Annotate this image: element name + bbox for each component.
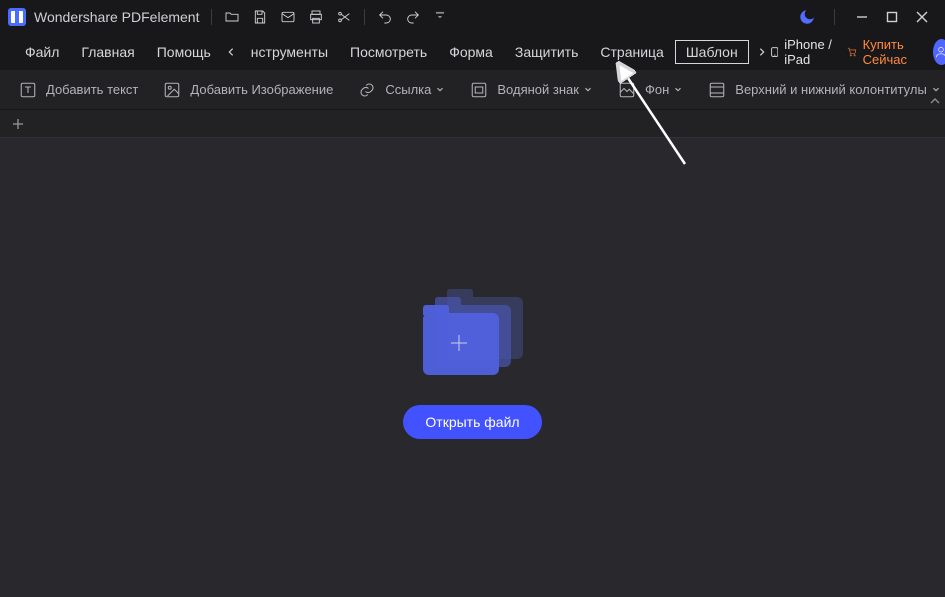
buy-now-button[interactable]: Купить Сейчас — [847, 37, 919, 67]
user-avatar-button[interactable] — [933, 39, 945, 65]
chevron-down-icon — [673, 82, 683, 97]
menu-scroll-right-icon[interactable] — [753, 43, 771, 61]
redo-icon[interactable] — [405, 9, 421, 25]
menu-view[interactable]: Посмотреть — [339, 40, 438, 64]
text-box-icon — [18, 80, 38, 100]
tool-watermark[interactable]: Водяной знак — [469, 80, 593, 100]
title-bar-separator-2 — [364, 9, 365, 25]
menu-page[interactable]: Страница — [589, 40, 674, 64]
window-maximize-button[interactable] — [877, 2, 907, 32]
buy-now-label: Купить Сейчас — [863, 37, 919, 67]
tool-add-text[interactable]: Добавить текст — [18, 80, 138, 100]
title-bar-separator — [211, 9, 212, 25]
tool-link[interactable]: Ссылка — [357, 80, 445, 100]
menu-file[interactable]: Файл — [14, 40, 70, 64]
folder-drop-icon[interactable] — [423, 297, 523, 377]
tool-add-image-label: Добавить Изображение — [190, 82, 333, 97]
chevron-down-icon — [435, 82, 445, 97]
collapse-toolbar-icon[interactable] — [929, 94, 941, 109]
chevron-down-icon — [583, 82, 593, 97]
background-icon — [617, 80, 637, 100]
tool-add-text-label: Добавить текст — [46, 82, 138, 97]
watermark-icon — [469, 80, 489, 100]
tool-header-footer[interactable]: Верхний и нижний колонтитулы — [707, 80, 941, 100]
tool-add-image[interactable]: Добавить Изображение — [162, 80, 333, 100]
main-workspace: Открыть файл — [0, 138, 945, 597]
app-title: Wondershare PDFelement — [34, 9, 199, 25]
menu-template[interactable]: Шаблон — [675, 40, 749, 64]
menu-help[interactable]: Помощь — [146, 40, 222, 64]
mail-icon[interactable] — [280, 9, 296, 25]
undo-icon[interactable] — [377, 9, 393, 25]
print-icon[interactable] — [308, 9, 324, 25]
open-file-button[interactable]: Открыть файл — [403, 405, 541, 439]
window-close-button[interactable] — [907, 2, 937, 32]
menu-protect[interactable]: Защитить — [504, 40, 590, 64]
tool-header-footer-label: Верхний и нижний колонтитулы — [735, 82, 927, 97]
app-logo-icon — [8, 8, 26, 26]
tool-background[interactable]: Фон — [617, 80, 683, 100]
menu-home[interactable]: Главная — [70, 40, 145, 64]
iphone-ipad-link[interactable]: iPhone / iPad — [771, 37, 833, 67]
iphone-ipad-label: iPhone / iPad — [784, 37, 832, 67]
menu-tools[interactable]: нструменты — [240, 40, 339, 64]
window-minimize-button[interactable] — [847, 2, 877, 32]
scissors-icon[interactable] — [336, 9, 352, 25]
link-icon — [357, 80, 377, 100]
image-icon — [162, 80, 182, 100]
dark-mode-icon[interactable] — [792, 2, 822, 32]
tool-watermark-label: Водяной знак — [497, 82, 579, 97]
tool-background-label: Фон — [645, 82, 669, 97]
title-dropdown-icon[interactable] — [433, 9, 447, 26]
menu-scroll-left-icon[interactable] — [222, 43, 240, 61]
add-tab-button[interactable] — [8, 114, 28, 134]
header-footer-icon — [707, 80, 727, 100]
tool-link-label: Ссылка — [385, 82, 431, 97]
menu-form[interactable]: Форма — [438, 40, 504, 64]
folder-open-icon[interactable] — [224, 9, 240, 25]
save-icon[interactable] — [252, 9, 268, 25]
title-bar-separator-3 — [834, 9, 835, 25]
